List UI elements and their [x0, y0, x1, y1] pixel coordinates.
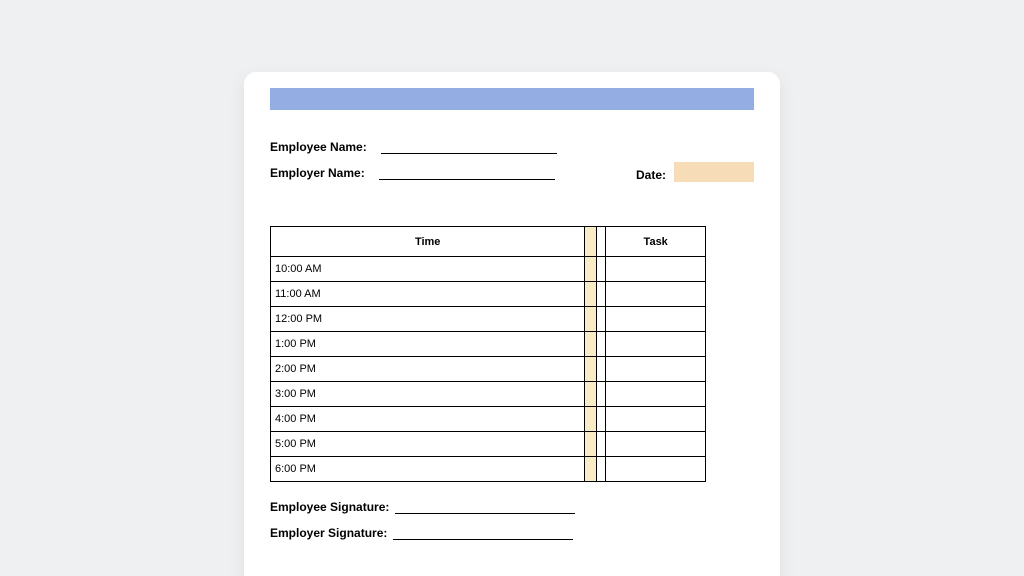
gap-cell-2 — [597, 407, 606, 432]
time-cell: 3:00 PM — [271, 382, 585, 407]
gap-cell-1 — [585, 357, 597, 382]
time-cell: 10:00 AM — [271, 257, 585, 282]
table-row: 6:00 PM — [271, 457, 706, 482]
gap-cell-1 — [585, 332, 597, 357]
gap-cell-2 — [597, 457, 606, 482]
task-cell[interactable] — [606, 357, 706, 382]
date-label: Date: — [636, 168, 666, 182]
header-time: Time — [271, 227, 585, 257]
gap-cell-2 — [597, 432, 606, 457]
header-banner — [270, 88, 754, 110]
employee-signature-label: Employee Signature: — [270, 500, 389, 514]
task-cell[interactable] — [606, 282, 706, 307]
time-cell: 1:00 PM — [271, 332, 585, 357]
task-cell[interactable] — [606, 382, 706, 407]
header-gap1 — [585, 227, 597, 257]
task-cell[interactable] — [606, 457, 706, 482]
gap-cell-1 — [585, 432, 597, 457]
table-row: 2:00 PM — [271, 357, 706, 382]
table-row: 12:00 PM — [271, 307, 706, 332]
employee-signature-line[interactable] — [395, 500, 575, 514]
gap-cell-2 — [597, 332, 606, 357]
gap-cell-1 — [585, 457, 597, 482]
task-cell[interactable] — [606, 407, 706, 432]
gap-cell-1 — [585, 307, 597, 332]
task-cell[interactable] — [606, 257, 706, 282]
gap-cell-1 — [585, 282, 597, 307]
table-row: 5:00 PM — [271, 432, 706, 457]
document-page: Employee Name: Employer Name: Date: — [244, 72, 780, 576]
time-cell: 5:00 PM — [271, 432, 585, 457]
time-cell: 4:00 PM — [271, 407, 585, 432]
employee-name-field: Employee Name: — [270, 140, 557, 154]
employer-name-input-line[interactable] — [379, 166, 555, 180]
task-cell[interactable] — [606, 307, 706, 332]
table-row: 4:00 PM — [271, 407, 706, 432]
gap-cell-2 — [597, 357, 606, 382]
time-cell: 2:00 PM — [271, 357, 585, 382]
gap-cell-1 — [585, 382, 597, 407]
header-task: Task — [606, 227, 706, 257]
time-cell: 11:00 AM — [271, 282, 585, 307]
gap-cell-2 — [597, 382, 606, 407]
employer-signature-line[interactable] — [393, 526, 573, 540]
schedule-table: Time Task 10:00 AM 11:00 AM — [270, 226, 706, 482]
table-row: 10:00 AM — [271, 257, 706, 282]
employee-name-input-line[interactable] — [381, 140, 557, 154]
task-cell[interactable] — [606, 432, 706, 457]
gap-cell-1 — [585, 407, 597, 432]
time-cell: 12:00 PM — [271, 307, 585, 332]
gap-cell-2 — [597, 282, 606, 307]
gap-cell-2 — [597, 307, 606, 332]
gap-cell-2 — [597, 257, 606, 282]
table-row: 3:00 PM — [271, 382, 706, 407]
table-row: 11:00 AM — [271, 282, 706, 307]
employee-name-label: Employee Name: — [270, 140, 367, 154]
date-field: Date: — [636, 162, 754, 182]
employer-name-field: Employer Name: — [270, 166, 555, 180]
gap-cell-1 — [585, 257, 597, 282]
time-cell: 6:00 PM — [271, 457, 585, 482]
date-input-box[interactable] — [674, 162, 754, 182]
info-area: Employee Name: Employer Name: Date: — [270, 140, 754, 198]
table-row: 1:00 PM — [271, 332, 706, 357]
header-gap2 — [597, 227, 606, 257]
table-header-row: Time Task — [271, 227, 706, 257]
employee-signature-field: Employee Signature: — [270, 500, 754, 514]
employer-signature-label: Employer Signature: — [270, 526, 387, 540]
employer-signature-field: Employer Signature: — [270, 526, 754, 540]
table-body: 10:00 AM 11:00 AM 12:00 PM — [271, 257, 706, 482]
employer-name-label: Employer Name: — [270, 166, 365, 180]
task-cell[interactable] — [606, 332, 706, 357]
viewport: Employee Name: Employer Name: Date: — [0, 0, 1024, 576]
